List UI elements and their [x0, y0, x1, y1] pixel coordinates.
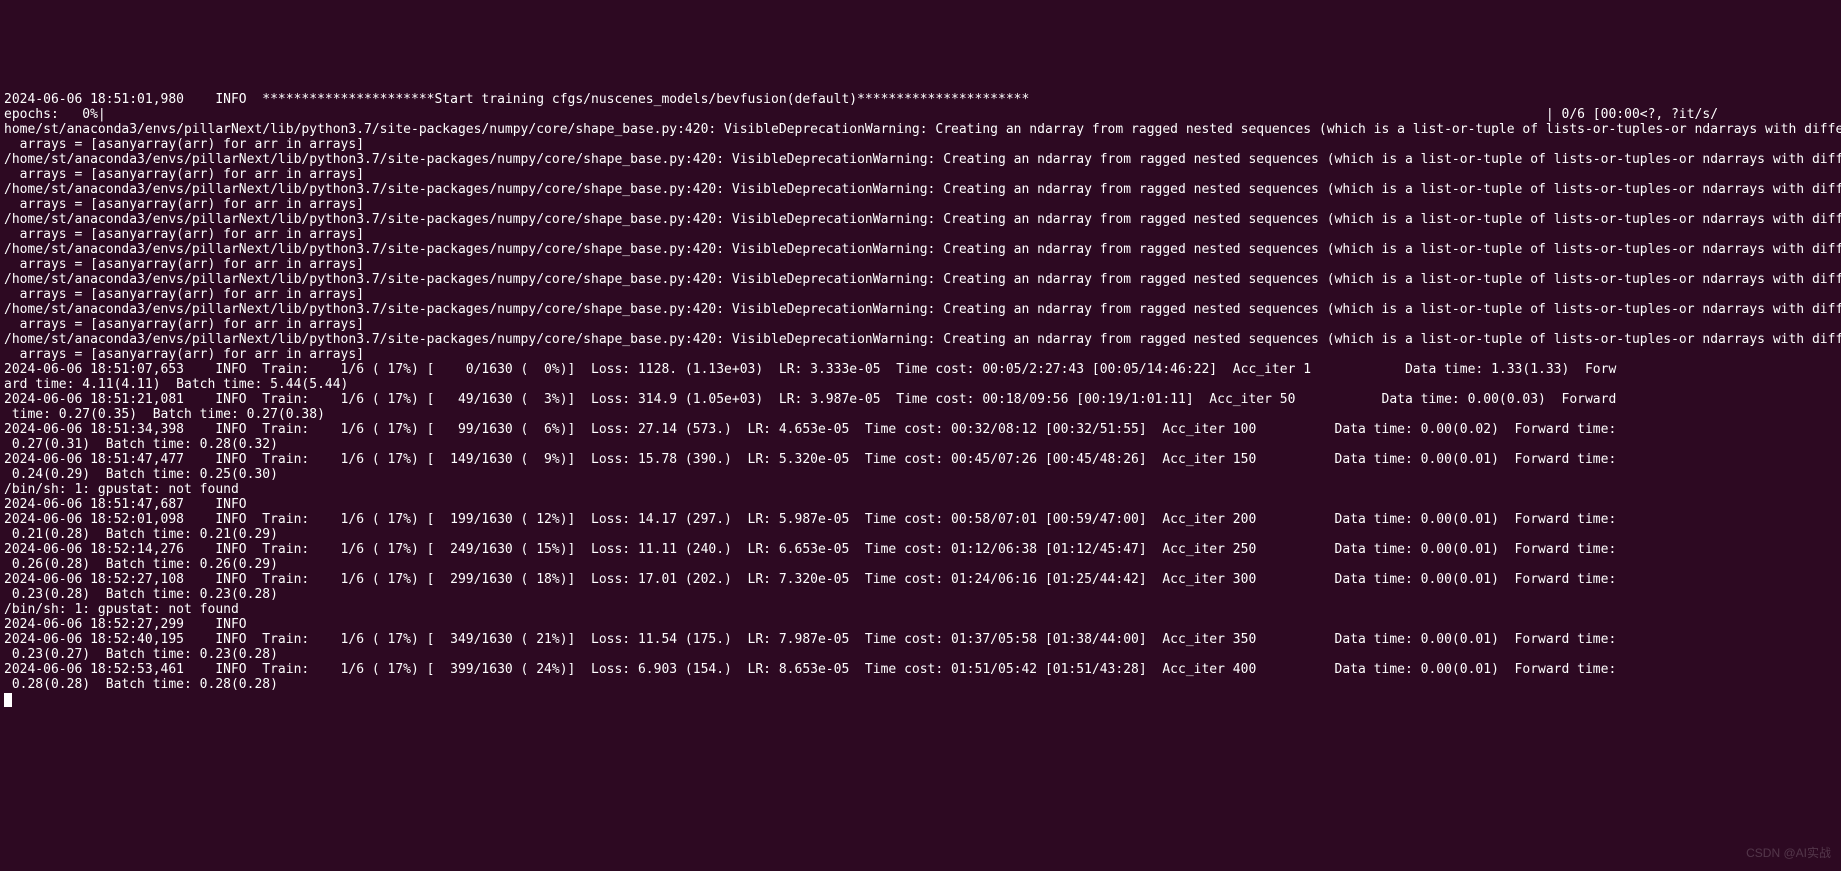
- train-log-line: 0.23(0.27) Batch time: 0.23(0.28): [4, 647, 278, 662]
- deprecation-warning: /home/st/anaconda3/envs/pillarNext/lib/p…: [4, 212, 1841, 227]
- deprecation-trace: arrays = [asanyarray(arr) for arr in arr…: [4, 137, 364, 152]
- train-log-line: 0.26(0.28) Batch time: 0.26(0.29): [4, 557, 278, 572]
- train-log-line: 0.21(0.28) Batch time: 0.21(0.29): [4, 527, 278, 542]
- deprecation-trace: arrays = [asanyarray(arr) for arr in arr…: [4, 287, 364, 302]
- train-log-line: 2024-06-06 18:51:47,477 INFO Train: 1/6 …: [4, 452, 1616, 467]
- terminal-output[interactable]: 2024-06-06 18:51:01,980 INFO ***********…: [0, 75, 1841, 709]
- deprecation-warning: /home/st/anaconda3/envs/pillarNext/lib/p…: [4, 332, 1841, 347]
- train-log-line: 2024-06-06 18:52:53,461 INFO Train: 1/6 …: [4, 662, 1616, 677]
- deprecation-warning: /home/st/anaconda3/envs/pillarNext/lib/p…: [4, 152, 1841, 167]
- train-log-line: 2024-06-06 18:51:47,687 INFO: [4, 497, 262, 512]
- deprecation-warning: /home/st/anaconda3/envs/pillarNext/lib/p…: [4, 302, 1841, 317]
- shell-error: /bin/sh: 1: gpustat: not found: [4, 602, 239, 617]
- deprecation-warning: /home/st/anaconda3/envs/pillarNext/lib/p…: [4, 272, 1841, 287]
- watermark: CSDN @AI实战: [1746, 846, 1831, 861]
- train-log-line: 2024-06-06 18:52:40,195 INFO Train: 1/6 …: [4, 632, 1616, 647]
- deprecation-warning: home/st/anaconda3/envs/pillarNext/lib/py…: [4, 122, 1841, 137]
- train-log-line: ard time: 4.11(4.11) Batch time: 5.44(5.…: [4, 377, 348, 392]
- deprecation-trace: arrays = [asanyarray(arr) for arr in arr…: [4, 197, 364, 212]
- train-log-line: 0.28(0.28) Batch time: 0.28(0.28): [4, 677, 278, 692]
- train-log-line: 2024-06-06 18:52:01,098 INFO Train: 1/6 …: [4, 512, 1616, 527]
- train-log-line: 2024-06-06 18:51:34,398 INFO Train: 1/6 …: [4, 422, 1616, 437]
- train-log-line: 2024-06-06 18:52:27,299 INFO: [4, 617, 262, 632]
- train-log-line: time: 0.27(0.35) Batch time: 0.27(0.38): [4, 407, 325, 422]
- train-log-line: 0.24(0.29) Batch time: 0.25(0.30): [4, 467, 278, 482]
- train-log-line: 2024-06-06 18:51:07,653 INFO Train: 1/6 …: [4, 362, 1616, 377]
- train-log-line: 2024-06-06 18:52:14,276 INFO Train: 1/6 …: [4, 542, 1616, 557]
- deprecation-trace: arrays = [asanyarray(arr) for arr in arr…: [4, 317, 364, 332]
- shell-error: /bin/sh: 1: gpustat: not found: [4, 482, 239, 497]
- log-start: 2024-06-06 18:51:01,980 INFO ***********…: [4, 92, 1029, 107]
- train-log-line: 0.27(0.31) Batch time: 0.28(0.32): [4, 437, 278, 452]
- progress-bar: epochs: 0%| | 0: [4, 107, 1718, 122]
- deprecation-warning: /home/st/anaconda3/envs/pillarNext/lib/p…: [4, 182, 1841, 197]
- train-log-line: 0.23(0.28) Batch time: 0.23(0.28): [4, 587, 278, 602]
- train-log-line: 2024-06-06 18:52:27,108 INFO Train: 1/6 …: [4, 572, 1616, 587]
- terminal-cursor: [4, 693, 12, 707]
- deprecation-warning: /home/st/anaconda3/envs/pillarNext/lib/p…: [4, 242, 1841, 257]
- deprecation-trace: arrays = [asanyarray(arr) for arr in arr…: [4, 347, 364, 362]
- deprecation-trace: arrays = [asanyarray(arr) for arr in arr…: [4, 227, 364, 242]
- train-log-line: 2024-06-06 18:51:21,081 INFO Train: 1/6 …: [4, 392, 1616, 407]
- deprecation-trace: arrays = [asanyarray(arr) for arr in arr…: [4, 257, 364, 272]
- deprecation-trace: arrays = [asanyarray(arr) for arr in arr…: [4, 167, 364, 182]
